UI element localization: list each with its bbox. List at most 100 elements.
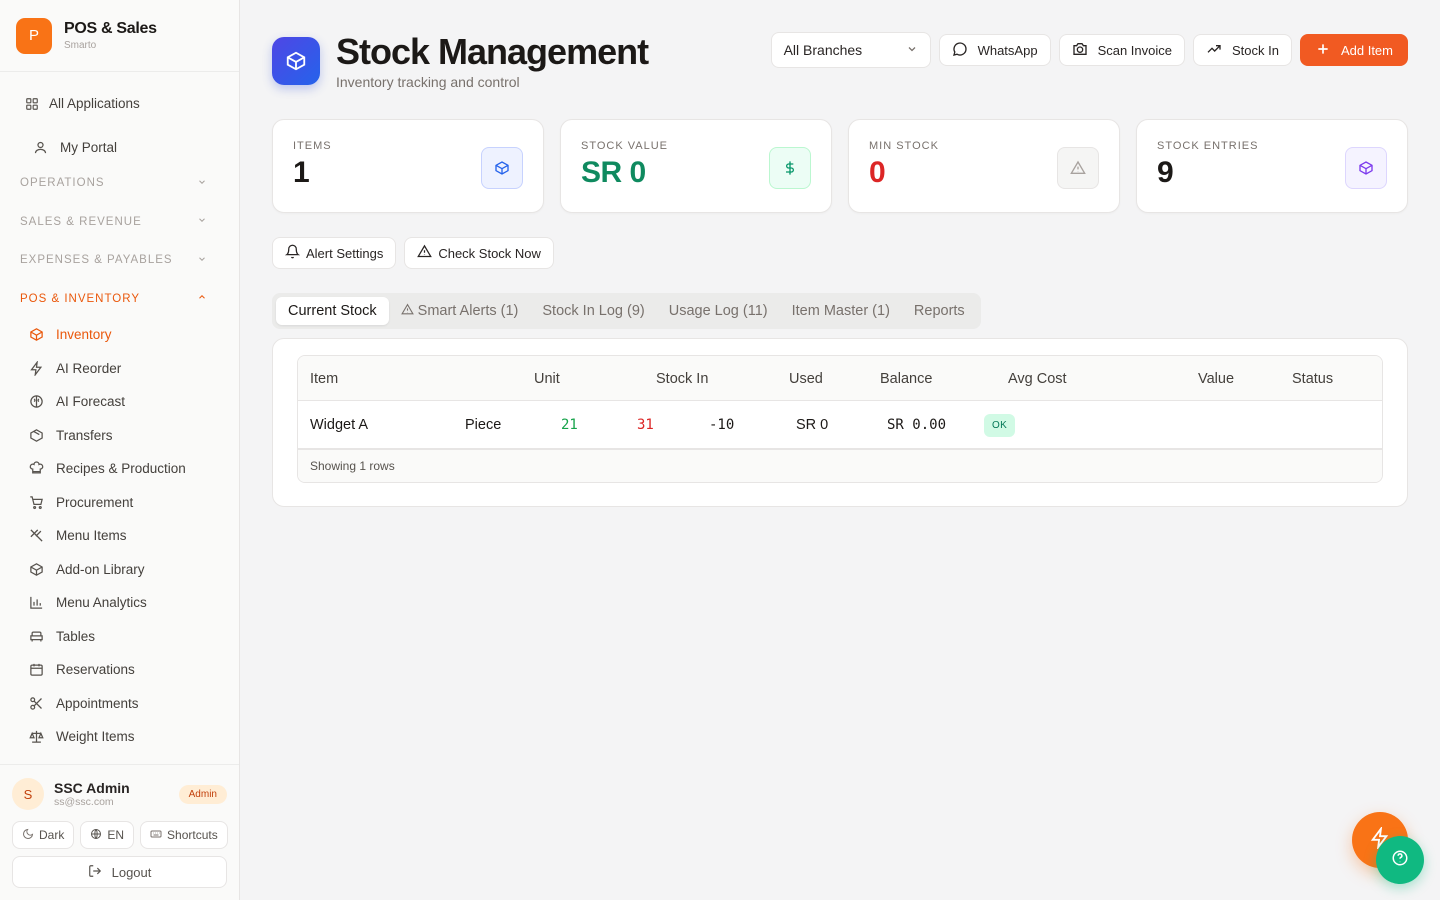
tab-bar: Current Stock Smart Alerts (1) Stock In … (272, 293, 981, 329)
cell-status: OK (984, 401, 1016, 449)
nav-appointments[interactable]: Appointments (12, 687, 227, 721)
page-subtitle: Inventory tracking and control (336, 74, 520, 90)
cart-icon (28, 494, 44, 510)
nav-item-label: AI Forecast (56, 394, 126, 410)
box-icon (28, 327, 44, 343)
page-header: Stock Management Inventory tracking and … (272, 32, 649, 90)
column-header-status[interactable]: Status (1292, 356, 1333, 401)
table-row[interactable]: Widget A Piece 21 31 -10 SR 0 SR 0.00 OK (298, 401, 1382, 449)
stat-card-stock-entries: STOCK ENTRIES 9 (1136, 119, 1408, 213)
chevron-down-icon (906, 42, 918, 58)
nav-section-pos-inventory[interactable]: POS & INVENTORY (12, 280, 227, 319)
chevron-up-icon (197, 292, 207, 305)
package-icon (28, 427, 44, 443)
column-header-avg-cost[interactable]: Avg Cost (1008, 356, 1067, 401)
nav-section-operations[interactable]: OPERATIONS (12, 164, 227, 203)
nav-recipes-production[interactable]: Recipes & Production (12, 452, 227, 486)
box-icon (481, 147, 523, 189)
tab-smart-alerts[interactable]: Smart Alerts (1) (389, 297, 531, 325)
stock-in-button[interactable]: Stock In (1193, 34, 1292, 66)
alert-settings-button[interactable]: Alert Settings (272, 237, 397, 269)
nav-tables[interactable]: Tables (12, 620, 227, 654)
tab-label: Stock In Log (9) (542, 303, 645, 319)
branch-select-value: All Branches (783, 42, 863, 58)
help-button[interactable] (1376, 836, 1424, 884)
whatsapp-button[interactable]: WhatsApp (938, 34, 1051, 66)
shortcuts-label: Shortcuts (167, 828, 218, 842)
main-content: Stock Management Inventory tracking and … (240, 0, 1440, 900)
avatar: S (12, 778, 44, 810)
cell-unit: Piece (465, 417, 502, 433)
status-badge: OK (984, 413, 1016, 437)
nav-procurement[interactable]: Procurement (12, 486, 227, 520)
nav-transfers[interactable]: Transfers (12, 419, 227, 453)
scissors-icon (28, 695, 44, 711)
logout-icon (88, 864, 102, 881)
logout-button[interactable]: Logout (12, 856, 227, 888)
column-header-item[interactable]: Item (310, 356, 338, 401)
check-stock-label: Check Stock Now (438, 245, 541, 261)
tab-reports[interactable]: Reports (902, 297, 977, 325)
shortcuts-button[interactable]: Shortcuts (140, 821, 228, 849)
chevron-down-icon (197, 177, 207, 190)
cell-item: Widget A (310, 417, 369, 433)
nav-inventory[interactable]: Inventory (12, 318, 227, 352)
dark-mode-toggle[interactable]: Dark (12, 821, 75, 849)
nav-ai-forecast[interactable]: AI Forecast (12, 385, 227, 419)
nav-my-portal-label: My Portal (60, 139, 118, 155)
sidebar: P POS & Sales Smarto All Applications My… (0, 0, 240, 900)
cube-icon (1345, 147, 1387, 189)
chevron-down-icon (197, 215, 207, 228)
scale-icon (28, 729, 44, 745)
tab-label: Usage Log (11) (668, 303, 768, 319)
nav-all-applications[interactable]: All Applications (12, 87, 227, 121)
column-header-unit[interactable]: Unit (534, 356, 560, 401)
moon-icon (22, 828, 34, 843)
add-item-button[interactable]: Add Item (1299, 34, 1408, 66)
tab-label: Reports (913, 303, 965, 319)
tab-item-master[interactable]: Item Master (1) (780, 297, 902, 325)
user-profile[interactable]: S SSC Admin ss@ssc.com Admin (12, 775, 227, 813)
branch-select[interactable]: All Branches (770, 32, 931, 68)
bell-icon (284, 244, 301, 262)
tab-label: Item Master (1) (791, 303, 890, 319)
nav-section-sales[interactable]: SALES & REVENUE (12, 203, 227, 242)
check-stock-button[interactable]: Check Stock Now (404, 237, 554, 269)
column-header-stock-in[interactable]: Stock In (656, 356, 708, 401)
scan-invoice-label: Scan Invoice (1097, 42, 1172, 58)
tab-current-stock[interactable]: Current Stock (276, 297, 389, 325)
column-header-balance[interactable]: Balance (880, 356, 932, 401)
language-toggle[interactable]: EN (80, 821, 135, 849)
nav-menu-items[interactable]: Menu Items (12, 519, 227, 553)
column-header-used[interactable]: Used (789, 356, 823, 401)
column-header-value[interactable]: Value (1198, 356, 1234, 401)
stat-card-items: ITEMS 1 (272, 119, 544, 213)
cell-used: 31 (637, 417, 654, 433)
scan-invoice-button[interactable]: Scan Invoice (1058, 34, 1185, 66)
nav-addon-library[interactable]: Add-on Library (12, 553, 227, 587)
nav-weight-items[interactable]: Weight Items (12, 720, 227, 754)
nav-ai-reorder[interactable]: AI Reorder (12, 352, 227, 386)
dollar-icon (769, 147, 811, 189)
nav-section-label: SALES & REVENUE (20, 215, 142, 228)
nav-section-label: POS & INVENTORY (20, 292, 141, 305)
nav-section-expenses[interactable]: EXPENSES & PAYABLES (12, 241, 227, 280)
nav-my-portal[interactable]: My Portal (12, 131, 227, 165)
tab-label: Current Stock (288, 303, 377, 319)
sidebar-nav: All Applications My Portal OPERATIONS SA… (0, 72, 239, 754)
nav-item-label: Inventory (56, 327, 112, 343)
help-icon (1391, 849, 1409, 872)
tab-stock-in-log[interactable]: Stock In Log (9) (530, 297, 656, 325)
brand-header[interactable]: P POS & Sales Smarto (0, 0, 239, 72)
nav-reservations[interactable]: Reservations (12, 653, 227, 687)
nav-item-label: AI Reorder (56, 360, 122, 376)
globe-icon (90, 828, 102, 843)
table-footer: Showing 1 rows (298, 449, 1382, 482)
nav-item-label: Add-on Library (56, 561, 145, 577)
cell-stock-in: 21 (561, 417, 578, 433)
nav-menu-analytics[interactable]: Menu Analytics (12, 586, 227, 620)
brain-icon (28, 394, 44, 410)
chevron-down-icon (197, 254, 207, 267)
tab-usage-log[interactable]: Usage Log (11) (657, 297, 780, 325)
nav-item-label: Weight Items (56, 729, 135, 745)
